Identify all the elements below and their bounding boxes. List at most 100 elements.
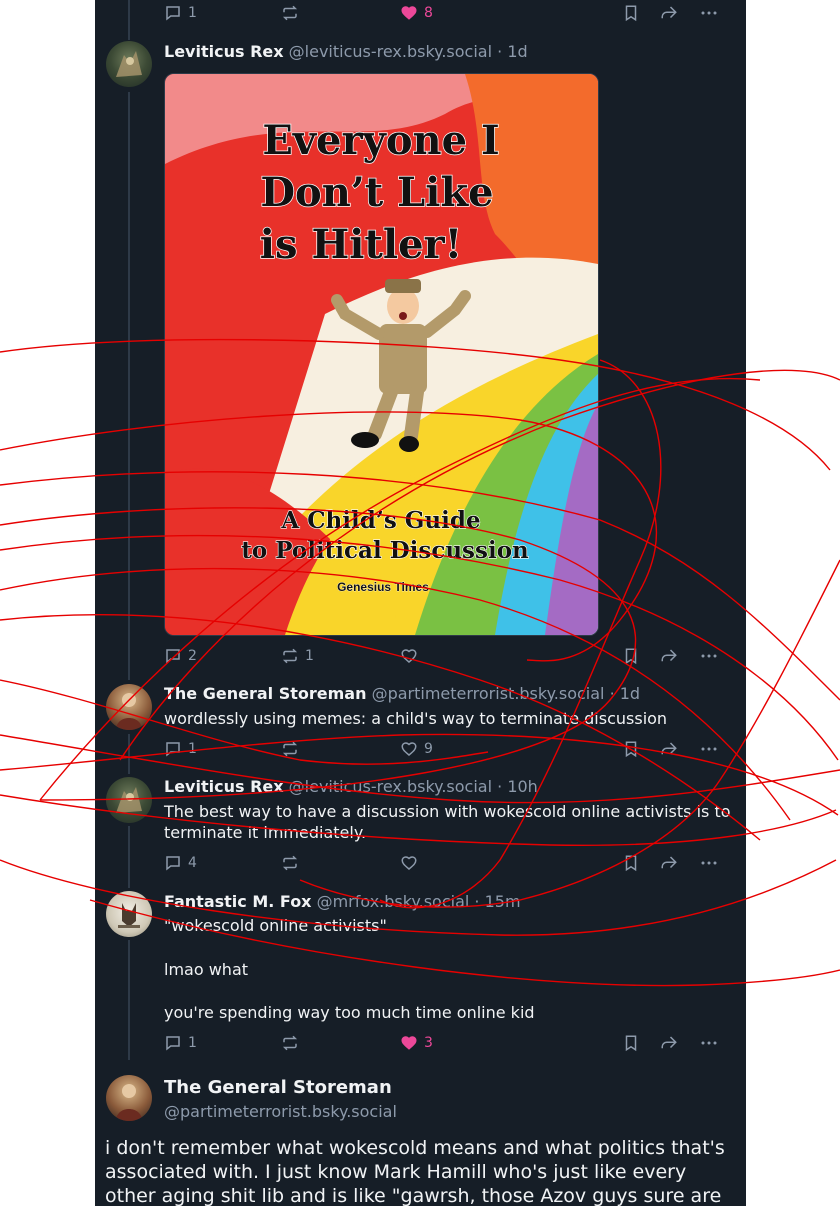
post-header: Leviticus Rex @leviticus-rex.bsky.social… bbox=[164, 777, 538, 796]
post-text-line: you're spending way too much time online… bbox=[164, 1003, 535, 1022]
post-text-line: The best way to have a discussion with w… bbox=[164, 802, 731, 821]
main-author-name[interactable]: The General Storeman bbox=[164, 1077, 392, 1098]
thread-line bbox=[128, 0, 130, 40]
meme-publisher: Genesius Times bbox=[337, 580, 429, 594]
reply-button[interactable]: 2 bbox=[164, 644, 197, 668]
main-post-text: i don't remember what wokescold means an… bbox=[105, 1137, 725, 1206]
like-button[interactable]: 3 bbox=[400, 1031, 433, 1055]
repost-icon bbox=[282, 855, 298, 871]
author-handle[interactable]: @mrfox.bsky.social bbox=[317, 892, 470, 911]
share-icon bbox=[661, 742, 677, 755]
post-header: Leviticus Rex @leviticus-rex.bsky.social… bbox=[164, 42, 528, 61]
person-icon bbox=[116, 1084, 142, 1121]
more-button[interactable] bbox=[699, 644, 719, 668]
author-handle[interactable]: @partimeterrorist.bsky.social bbox=[372, 684, 605, 703]
meme-title-line2: Don’t Like bbox=[260, 169, 493, 216]
avatar[interactable] bbox=[106, 41, 152, 87]
bookmark-icon bbox=[625, 855, 637, 872]
dragon-icon bbox=[116, 787, 142, 813]
post-actions: 4 bbox=[164, 851, 724, 875]
reply-icon bbox=[166, 742, 180, 757]
bookmark-button[interactable] bbox=[622, 1, 640, 25]
post-time: · 1d bbox=[497, 42, 528, 61]
dragon-icon bbox=[116, 51, 142, 77]
repost-icon bbox=[282, 1035, 298, 1051]
bookmark-button[interactable] bbox=[622, 644, 640, 668]
repost-icon bbox=[282, 648, 298, 664]
bookmark-button[interactable] bbox=[622, 737, 640, 761]
share-button[interactable] bbox=[659, 1031, 679, 1055]
author-name[interactable]: Leviticus Rex bbox=[164, 777, 284, 796]
repost-icon bbox=[282, 5, 298, 21]
more-icon bbox=[701, 861, 717, 865]
reply-count: 1 bbox=[188, 741, 197, 757]
share-button[interactable] bbox=[659, 737, 679, 761]
like-button[interactable]: 8 bbox=[400, 1, 433, 25]
post-time: · 10h bbox=[497, 777, 538, 796]
more-icon bbox=[701, 654, 717, 658]
post-actions: 1 9 bbox=[164, 737, 724, 761]
meme-title-line3: is Hitler! bbox=[260, 221, 462, 268]
more-button[interactable] bbox=[699, 1031, 719, 1055]
repost-button[interactable]: 1 bbox=[281, 644, 314, 668]
author-name[interactable]: Fantastic M. Fox bbox=[164, 892, 312, 911]
like-count: 8 bbox=[424, 5, 433, 21]
author-handle[interactable]: @leviticus-rex.bsky.social bbox=[289, 777, 492, 796]
bookmark-button[interactable] bbox=[622, 1031, 640, 1055]
reply-button[interactable]: 1 bbox=[164, 1031, 197, 1055]
post-header: Fantastic M. Fox @mrfox.bsky.social · 15… bbox=[164, 892, 521, 911]
author-name[interactable]: Leviticus Rex bbox=[164, 42, 284, 61]
avatar[interactable] bbox=[106, 684, 152, 730]
like-icon bbox=[401, 856, 417, 870]
more-icon bbox=[701, 11, 717, 15]
share-icon bbox=[661, 649, 677, 662]
reply-icon bbox=[166, 856, 180, 871]
repost-icon bbox=[282, 741, 298, 757]
avatar[interactable] bbox=[106, 891, 152, 937]
meme-subtitle-line2: to Political Discussion bbox=[241, 537, 529, 564]
post-header: The General Storeman @partimeterrorist.b… bbox=[164, 684, 640, 703]
post-text-line: terminate it immediately. bbox=[164, 823, 367, 842]
share-button[interactable] bbox=[659, 644, 679, 668]
repost-count: 1 bbox=[305, 648, 314, 664]
meme-subtitle-line1: A Child’s Guide bbox=[280, 507, 480, 534]
reply-button[interactable]: 1 bbox=[164, 1, 197, 25]
author-handle[interactable]: @leviticus-rex.bsky.social bbox=[289, 42, 492, 61]
like-icon bbox=[401, 6, 417, 20]
post-actions: 2 1 bbox=[164, 644, 724, 668]
repost-button[interactable] bbox=[281, 851, 299, 875]
share-icon bbox=[661, 856, 677, 869]
more-button[interactable] bbox=[699, 1, 719, 25]
avatar[interactable] bbox=[106, 1075, 152, 1121]
like-button[interactable] bbox=[400, 644, 418, 668]
bookmark-icon bbox=[625, 648, 637, 665]
reply-button[interactable]: 1 bbox=[164, 737, 197, 761]
share-button[interactable] bbox=[659, 851, 679, 875]
like-button[interactable] bbox=[400, 851, 418, 875]
post-actions: 1 8 bbox=[164, 1, 724, 25]
more-icon bbox=[701, 747, 717, 751]
like-button[interactable]: 9 bbox=[400, 737, 433, 761]
avatar[interactable] bbox=[106, 777, 152, 823]
reply-button[interactable]: 4 bbox=[164, 851, 197, 875]
like-count: 3 bbox=[424, 1035, 433, 1051]
more-button[interactable] bbox=[699, 737, 719, 761]
repost-button[interactable] bbox=[281, 1, 299, 25]
post-image[interactable]: Everyone I Don’t Like is Hitler! A Child… bbox=[164, 73, 599, 636]
reply-icon bbox=[166, 1036, 180, 1051]
bookmark-icon bbox=[625, 5, 637, 22]
repost-button[interactable] bbox=[281, 737, 299, 761]
more-icon bbox=[701, 1041, 717, 1045]
reply-count: 2 bbox=[188, 648, 197, 664]
like-icon bbox=[401, 649, 417, 663]
post-actions: 1 3 bbox=[164, 1031, 724, 1055]
meme-title-line1: Everyone I bbox=[262, 117, 499, 164]
share-button[interactable] bbox=[659, 1, 679, 25]
bookmark-button[interactable] bbox=[622, 851, 640, 875]
main-author-handle[interactable]: @partimeterrorist.bsky.social bbox=[164, 1102, 397, 1121]
author-name[interactable]: The General Storeman bbox=[164, 684, 366, 703]
post-text: wordlessly using memes: a child's way to… bbox=[164, 709, 668, 728]
more-button[interactable] bbox=[699, 851, 719, 875]
reply-icon bbox=[166, 6, 180, 21]
repost-button[interactable] bbox=[281, 1031, 299, 1055]
